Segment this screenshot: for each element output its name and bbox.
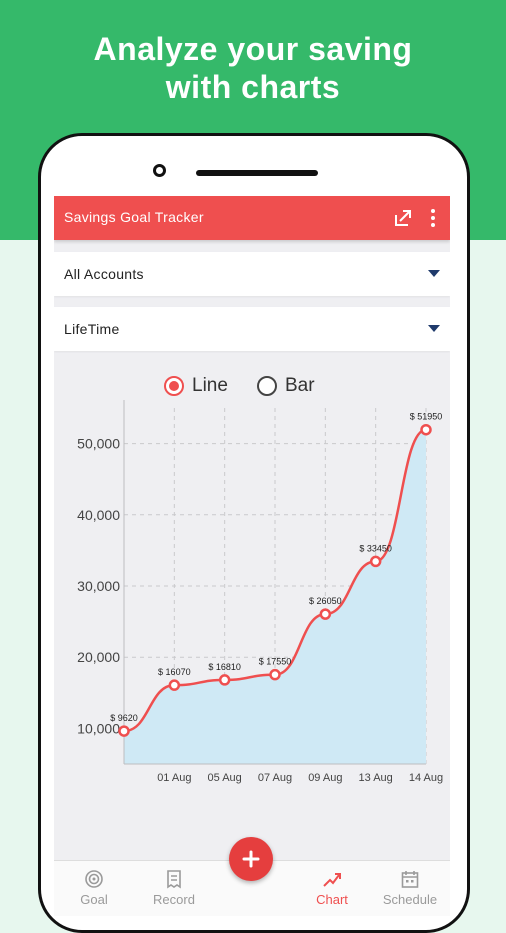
nav-record[interactable]: Record bbox=[134, 861, 214, 916]
y-tick-label: 30,000 bbox=[77, 578, 120, 594]
x-tick-label: 05 Aug bbox=[208, 772, 242, 784]
share-icon[interactable] bbox=[392, 207, 414, 229]
hero-title: Analyze your saving with charts bbox=[0, 30, 506, 106]
period-dropdown[interactable]: LifeTime bbox=[54, 307, 450, 351]
y-tick-label: 40,000 bbox=[77, 507, 120, 523]
plus-icon bbox=[242, 850, 260, 868]
app-screen: Savings Goal Tracker All Accounts LifeTi… bbox=[54, 196, 450, 916]
app-bar: Savings Goal Tracker bbox=[54, 196, 450, 240]
y-tick-label: 20,000 bbox=[77, 649, 120, 665]
data-label: $ 16810 bbox=[208, 662, 241, 672]
add-record-button[interactable] bbox=[229, 837, 273, 881]
target-icon bbox=[85, 870, 103, 888]
calendar-icon bbox=[401, 871, 419, 888]
y-tick-label: 50,000 bbox=[77, 436, 120, 452]
x-tick-label: 07 Aug bbox=[258, 772, 292, 784]
receipt-icon bbox=[167, 870, 181, 889]
data-label: $ 9620 bbox=[110, 713, 138, 723]
phone-frame: Savings Goal Tracker All Accounts LifeTi… bbox=[38, 133, 470, 933]
data-point bbox=[118, 725, 130, 737]
data-label: $ 33450 bbox=[359, 543, 392, 553]
dropdown-arrow-icon bbox=[428, 270, 440, 277]
data-point bbox=[420, 423, 432, 436]
hero-title-line-2: with charts bbox=[165, 69, 341, 105]
camera-icon bbox=[153, 164, 166, 177]
data-label: $ 26050 bbox=[309, 596, 342, 606]
x-tick-label: 13 Aug bbox=[359, 772, 393, 784]
data-point bbox=[369, 555, 382, 568]
x-tick-label: 01 Aug bbox=[157, 772, 191, 784]
data-label: $ 17550 bbox=[259, 657, 292, 667]
dropdown-arrow-icon bbox=[428, 325, 440, 332]
x-tick-label: 09 Aug bbox=[308, 772, 342, 784]
nav-goal[interactable]: Goal bbox=[54, 861, 134, 916]
trend-chart-icon bbox=[323, 873, 341, 887]
nav-schedule[interactable]: Schedule bbox=[370, 861, 450, 916]
app-title: Savings Goal Tracker bbox=[64, 209, 204, 225]
period-dropdown-value: LifeTime bbox=[64, 321, 120, 337]
account-dropdown[interactable]: All Accounts bbox=[54, 252, 450, 296]
area-fill bbox=[124, 429, 426, 764]
chart-panel: Line Bar 10,000 20,000 30,000 40,000 50,000 $… bbox=[54, 353, 450, 860]
more-vert-icon[interactable] bbox=[426, 207, 440, 229]
data-label: $ 16070 bbox=[158, 667, 191, 677]
data-label: $ 51950 bbox=[410, 412, 443, 422]
nav-chart[interactable]: Chart bbox=[292, 861, 372, 916]
speaker-grille bbox=[196, 170, 318, 176]
data-point bbox=[269, 668, 281, 681]
data-point bbox=[319, 608, 332, 620]
hero-title-line-1: Analyze your saving bbox=[93, 31, 413, 67]
account-dropdown-value: All Accounts bbox=[64, 266, 144, 282]
data-point bbox=[218, 674, 231, 686]
savings-line-chart: 10,00020,00030,00040,00050,000$ 9620$ 16… bbox=[77, 400, 443, 784]
x-tick-label: 14 Aug bbox=[409, 772, 443, 784]
data-point bbox=[168, 679, 181, 691]
